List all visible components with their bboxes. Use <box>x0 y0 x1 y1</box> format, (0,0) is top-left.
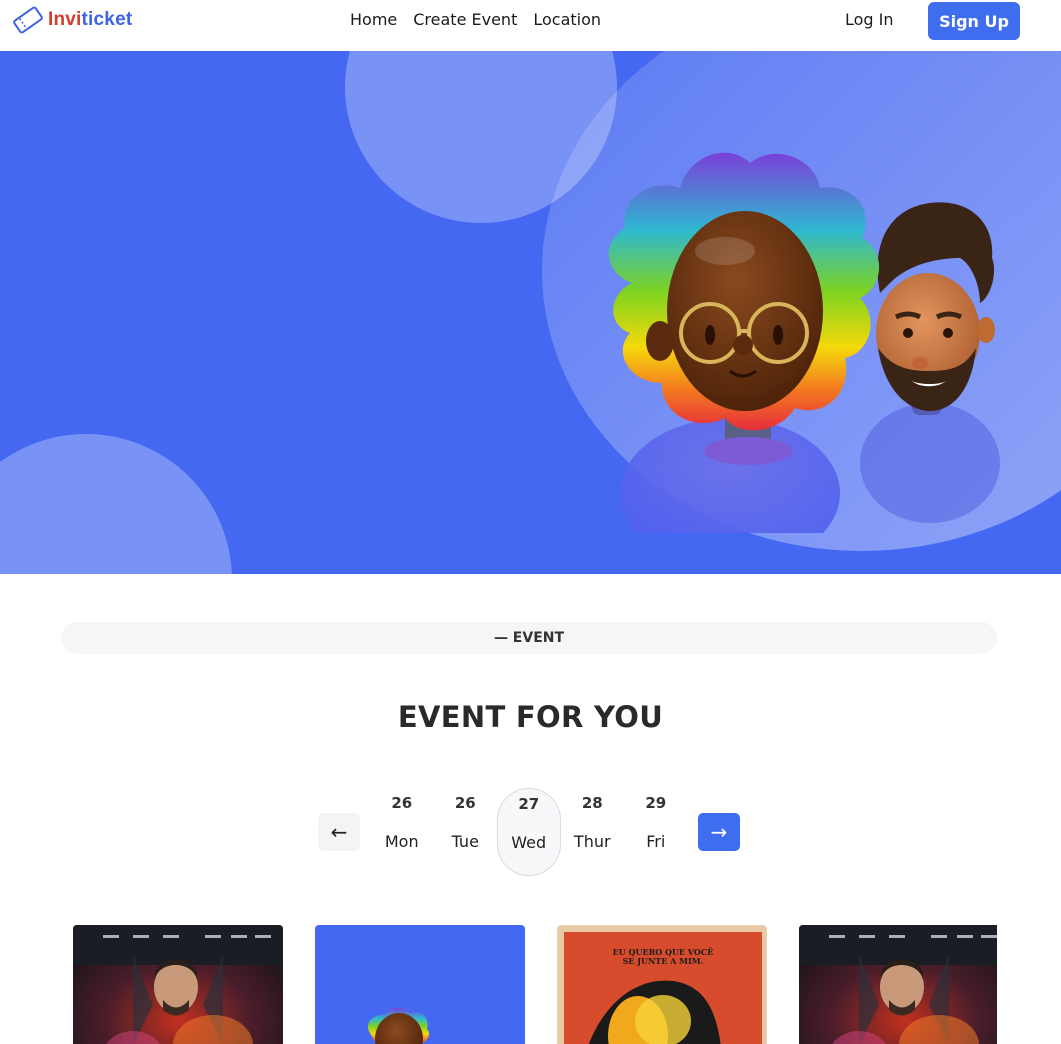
date-day-name: Wed <box>511 833 547 852</box>
section-label-pill: — EVENT <box>61 622 997 654</box>
nav-location-link[interactable]: Location <box>533 10 601 29</box>
event-card-avatar-illustration[interactable] <box>315 925 525 1044</box>
brand-name-part2: ticket <box>81 9 133 30</box>
date-day-number: 28 <box>581 794 603 812</box>
hero-avatars-illustration <box>608 152 1000 533</box>
avatar-thumbnail-image <box>315 925 525 1044</box>
hero-banner <box>0 51 1061 574</box>
section-title: EVENT FOR YOU <box>397 700 664 734</box>
date-picker: 26 Mon 26 Tue 27 Wed 28 Thur 29 Fri <box>370 788 688 876</box>
brand-name: Inviticket <box>48 9 132 31</box>
movie-poster-image <box>799 925 997 1044</box>
main-nav: Home Create Event Location <box>350 10 601 29</box>
svg-text:SE JUNTE A MIM.: SE JUNTE A MIM. <box>623 956 704 966</box>
date-day-mon[interactable]: 26 Mon <box>370 788 434 876</box>
date-day-name: Thur <box>573 832 611 851</box>
nav-create-event-link[interactable]: Create Event <box>413 10 517 29</box>
ticket-icon <box>13 6 43 34</box>
signup-button[interactable]: Sign Up <box>928 2 1020 40</box>
event-card-poster-doctor-strange[interactable] <box>73 925 283 1044</box>
date-day-number: 26 <box>454 794 476 812</box>
movie-poster-image <box>73 925 283 1044</box>
hero-decor-circle-bottom <box>0 434 232 574</box>
movie-poster-image: EU QUERO QUE VOCÊ SE JUNTE A MIM. <box>558 926 766 1044</box>
nav-home-link[interactable]: Home <box>350 10 397 29</box>
event-cards-row: EU QUERO QUE VOCÊ SE JUNTE A MIM. <box>73 925 997 1044</box>
date-day-number: 29 <box>645 794 667 812</box>
date-day-name: Tue <box>451 832 479 851</box>
date-day-fri[interactable]: 29 Fri <box>624 788 688 876</box>
date-day-tue[interactable]: 26 Tue <box>434 788 498 876</box>
date-day-number: 26 <box>391 794 413 812</box>
top-navigation-bar: Inviticket Home Create Event Location Lo… <box>0 0 1061 51</box>
date-day-thur[interactable]: 28 Thur <box>561 788 625 876</box>
brand-logo[interactable]: Inviticket <box>10 4 132 36</box>
event-card-poster-doctor-strange-2[interactable] <box>799 925 997 1044</box>
event-card-poster-retro[interactable]: EU QUERO QUE VOCÊ SE JUNTE A MIM. <box>557 925 767 1044</box>
date-day-name: Mon <box>384 832 419 851</box>
date-prev-button[interactable]: ← <box>318 813 360 851</box>
brand-name-part1: Invi <box>48 9 82 30</box>
date-day-number: 27 <box>518 795 540 813</box>
date-next-button[interactable]: → <box>698 813 740 851</box>
date-day-wed-selected[interactable]: 27 Wed <box>497 788 561 876</box>
login-link[interactable]: Log In <box>845 10 894 29</box>
date-day-name: Fri <box>646 832 666 851</box>
